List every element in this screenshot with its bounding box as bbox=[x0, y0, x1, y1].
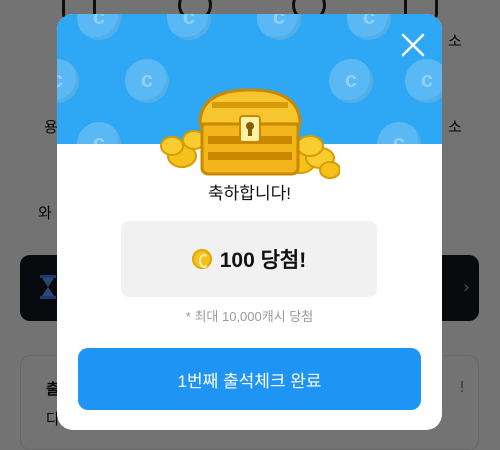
reward-modal: 축하합니다! 100 당첨! * 최대 10,000캐시 당첨 1번째 출석체크… bbox=[57, 14, 442, 430]
background-coin-icon bbox=[77, 122, 121, 144]
background-coin-icon bbox=[257, 14, 301, 40]
max-reward-note: * 최대 10,000캐시 당첨 bbox=[185, 309, 314, 324]
congrats-title: 축하합니다! bbox=[208, 184, 291, 203]
background-coin-icon bbox=[167, 14, 211, 40]
attendance-complete-button[interactable]: 1번째 출석체크 완료 bbox=[78, 348, 421, 410]
reward-box: 100 당첨! bbox=[121, 221, 377, 297]
close-icon[interactable] bbox=[400, 32, 426, 58]
treasure-chest-icon bbox=[160, 88, 340, 179]
coin-icon bbox=[191, 249, 212, 269]
background-coin-icon bbox=[57, 59, 79, 103]
background-coin-icon bbox=[405, 59, 442, 103]
background-coin-icon bbox=[77, 14, 121, 40]
background-coin-icon bbox=[377, 122, 421, 144]
reward-amount: 100 당첨! bbox=[219, 249, 307, 272]
background-coin-icon bbox=[347, 14, 391, 40]
